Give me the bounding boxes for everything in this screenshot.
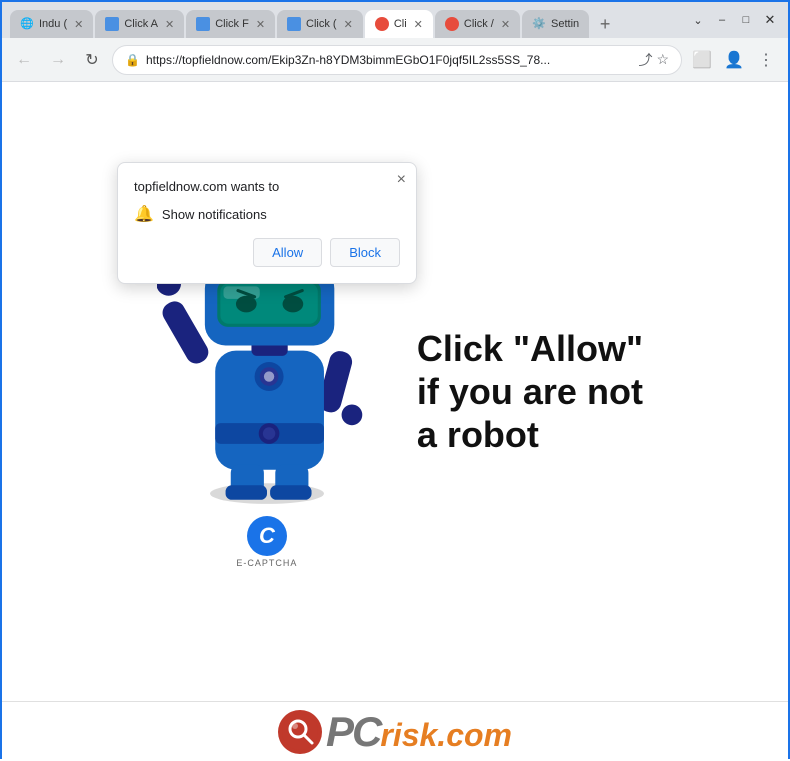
extensions-icon[interactable]: ⬜ [688,46,716,74]
popup-buttons: Allow Block [134,238,400,267]
close-button[interactable]: ✕ [760,10,780,30]
tab-7-settings[interactable]: ⚙️ Settin [522,10,589,38]
captcha-label: E-CAPTCHA [236,558,297,568]
window-controls: ⌄ – □ ✕ [688,10,780,30]
tab-favicon-5 [375,17,389,31]
captcha-icon: C [247,516,287,556]
tab-favicon-6 [445,17,459,31]
tab-title-4: Click ( [306,18,337,30]
tab-title-5: Cli [394,18,407,30]
pcrisk-text: PCrisk.com [326,708,512,756]
tab-close-2[interactable]: ✕ [165,18,174,31]
tab-2[interactable]: Click A ✕ [95,10,184,38]
footer: PCrisk.com [2,701,788,761]
pcrisk-logo: PCrisk.com [278,708,512,756]
tab-title-7: Settin [551,18,579,30]
tab-close-6[interactable]: ✕ [501,18,510,31]
lock-icon: 🔒 [125,53,140,67]
bookmark-icon[interactable]: ☆ [656,51,669,68]
tab-search-button[interactable]: ⌄ [688,10,708,30]
pcrisk-icon-svg [282,714,318,750]
tab-title-1: Indu ( [39,18,67,30]
url-text: https://topfieldnow.com/Ekip3Zn-h8YDM3bi… [146,53,632,67]
share-icon[interactable]: ⤴ [638,50,652,70]
titlebar: 🌐 Indu ( ✕ Click A ✕ Click F ✕ Click ( ✕… [2,2,788,38]
main-content: topfieldnow.com wants to × 🔔 Show notifi… [2,82,788,701]
minimize-button[interactable]: – [712,10,732,30]
tab-close-5[interactable]: ✕ [414,18,423,31]
tab-close-3[interactable]: ✕ [256,18,265,31]
tab-favicon-2 [105,17,119,31]
menu-icon[interactable]: ⋮ [752,46,780,74]
popup-title: topfieldnow.com wants to [134,179,400,194]
popup-close-button[interactable]: × [397,171,406,189]
address-action-icons: ⤴ ☆ [638,50,669,70]
tab-title-3: Click F [215,18,249,30]
tab-title-2: Click A [124,18,158,30]
allow-button[interactable]: Allow [253,238,322,267]
tab-favicon-7: ⚙️ [532,17,546,31]
tab-title-6: Click / [464,18,494,30]
tab-favicon-1: 🌐 [20,17,34,31]
toolbar-icons: ⬜ 👤 ⋮ [688,46,780,74]
profile-icon[interactable]: 👤 [720,46,748,74]
forward-button[interactable]: → [44,46,72,74]
notification-description: Show notifications [162,207,267,222]
address-bar[interactable]: 🔒 https://topfieldnow.com/Ekip3Zn-h8YDM3… [112,45,682,75]
maximize-button[interactable]: □ [736,10,756,30]
notification-popup: topfieldnow.com wants to × 🔔 Show notifi… [117,162,417,284]
reload-button[interactable]: ↻ [78,46,106,74]
tab-6[interactable]: Click / ✕ [435,10,520,38]
tab-favicon-3 [196,17,210,31]
tab-close-4[interactable]: ✕ [344,18,353,31]
tab-favicon-4 [287,17,301,31]
tab-close-1[interactable]: ✕ [74,18,83,31]
new-tab-button[interactable]: + [591,10,619,38]
captcha-logo: C E-CAPTCHA [236,516,297,568]
addressbar: ← → ↻ 🔒 https://topfieldnow.com/Ekip3Zn-… [2,38,788,82]
pcrisk-icon [278,710,322,754]
bell-icon: 🔔 [134,204,154,224]
tab-3[interactable]: Click F ✕ [186,10,275,38]
block-button[interactable]: Block [330,238,400,267]
back-button[interactable]: ← [10,46,38,74]
tab-5-active[interactable]: Cli ✕ [365,10,433,38]
main-cta-text: Click "Allow"if you are nota robot [417,327,643,457]
popup-notification-row: 🔔 Show notifications [134,204,400,224]
tabs-bar: 🌐 Indu ( ✕ Click A ✕ Click F ✕ Click ( ✕… [10,2,780,38]
tab-1[interactable]: 🌐 Indu ( ✕ [10,10,93,38]
tab-4[interactable]: Click ( ✕ [277,10,363,38]
